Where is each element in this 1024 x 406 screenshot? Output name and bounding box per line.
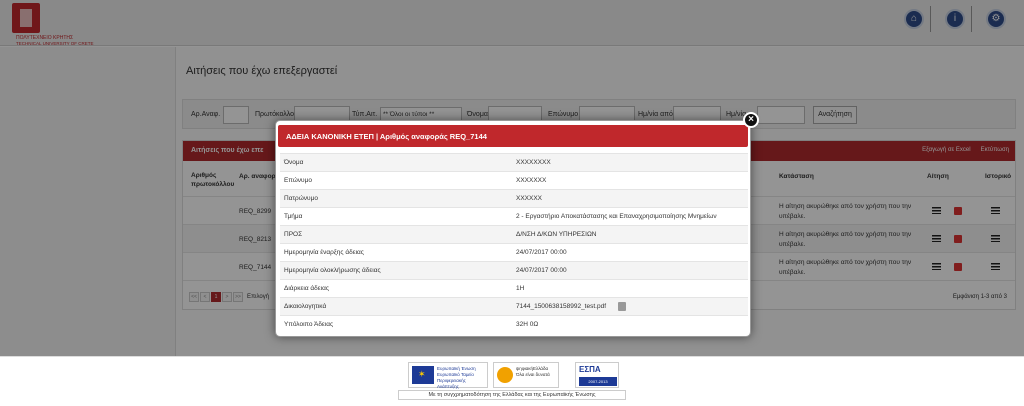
eu-subtext: Ευρωπαϊκό Ταμείο Περιφερειακής Ανάπτυξης bbox=[437, 372, 474, 389]
espa-text: ΕΣΠΑ bbox=[579, 365, 601, 374]
espa-years: 2007-2013 bbox=[579, 377, 617, 386]
detail-row: Επώνυμο ΧΧΧΧΧΧΧ bbox=[280, 171, 748, 189]
detail-value: ΧΧΧΧΧΧ bbox=[516, 195, 543, 202]
modal-header: ΑΔΕΙΑ ΚΑΝΟΝΙΚΗ ΕΤΕΠ | Αριθμός αναφοράς R… bbox=[278, 125, 748, 147]
eu-flag-icon bbox=[412, 366, 434, 384]
cofunding-caption: Με τη συγχρηματοδότηση της Ελλάδας και τ… bbox=[398, 390, 626, 400]
detail-value: ΧΧΧΧΧΧΧ bbox=[516, 177, 547, 184]
detail-value: 24/07/2017 00:00 bbox=[516, 249, 567, 256]
espa-logo: ΕΣΠΑ 2007-2013 bbox=[575, 362, 619, 388]
detail-row: Πατρώνυμο ΧΧΧΧΧΧ bbox=[280, 189, 748, 207]
detail-value: 24/07/2017 00:00 bbox=[516, 267, 567, 274]
detail-value: ΧΧΧΧΧΧΧΧ bbox=[516, 159, 551, 166]
modal-title: ΑΔΕΙΑ ΚΑΝΟΝΙΚΗ ΕΤΕΠ | Αριθμός αναφοράς R… bbox=[286, 132, 487, 141]
footer: Ευρωπαϊκή Ένωση Ευρωπαϊκό Ταμείο Περιφερ… bbox=[0, 356, 1024, 406]
digital-greece-icon bbox=[497, 367, 513, 383]
detail-value: 1Η bbox=[516, 285, 525, 292]
detail-row: ΠΡΟΣ Δ/ΝΣΗ Δ/ΚΩΝ ΥΠΗΡΕΣΙΩΝ bbox=[280, 225, 748, 243]
detail-label: Πατρώνυμο bbox=[284, 195, 318, 202]
digital-greece-logo: ψηφιακήΕλλάδα Όλα είναι δυνατά bbox=[493, 362, 559, 388]
detail-row: Διάρκεια άδειας 1Η bbox=[280, 279, 748, 297]
detail-row: Όνομα ΧΧΧΧΧΧΧΧ bbox=[280, 153, 748, 171]
request-details-modal: ΑΔΕΙΑ ΚΑΝΟΝΙΚΗ ΕΤΕΠ | Αριθμός αναφοράς R… bbox=[275, 120, 751, 337]
detail-label: Υπόλοιπο Άδειας bbox=[284, 321, 334, 328]
eu-logo: Ευρωπαϊκή Ένωση Ευρωπαϊκό Ταμείο Περιφερ… bbox=[408, 362, 488, 389]
attachment-link[interactable]: 7144_1500638158992_test.pdf bbox=[516, 303, 606, 310]
detail-row: Ημερομηνία έναρξης άδειας 24/07/2017 00:… bbox=[280, 243, 748, 261]
detail-label: Ημερομηνία έναρξης άδειας bbox=[284, 249, 364, 256]
detail-label: Τμήμα bbox=[284, 213, 303, 220]
detail-row: Τμήμα 2 - Εργαστήριο Αποκατάστασης και Ε… bbox=[280, 207, 748, 225]
detail-label: Διάρκεια άδειας bbox=[284, 285, 330, 292]
detail-label: Ημερομηνία ολοκλήρωσης άδειας bbox=[284, 267, 381, 274]
detail-label: Επώνυμο bbox=[284, 177, 312, 184]
detail-row: Ημερομηνία ολοκλήρωσης άδειας 24/07/2017… bbox=[280, 261, 748, 279]
detail-label: Δικαιολογητικά bbox=[284, 303, 327, 310]
detail-value: 32Η 0Ω bbox=[516, 321, 539, 328]
download-icon[interactable] bbox=[618, 302, 626, 311]
detail-row: Υπόλοιπο Άδειας 32Η 0Ω bbox=[280, 315, 748, 333]
detail-row: Δικαιολογητικά 7144_1500638158992_test.p… bbox=[280, 297, 748, 315]
detail-label: ΠΡΟΣ bbox=[284, 231, 303, 238]
detail-label: Όνομα bbox=[284, 159, 304, 166]
digital-greece-subtext: Όλα είναι δυνατά bbox=[516, 372, 550, 377]
close-icon[interactable]: × bbox=[743, 112, 759, 128]
detail-value: Δ/ΝΣΗ Δ/ΚΩΝ ΥΠΗΡΕΣΙΩΝ bbox=[516, 231, 597, 238]
detail-value: 2 - Εργαστήριο Αποκατάστασης και Επαναχρ… bbox=[516, 213, 717, 220]
